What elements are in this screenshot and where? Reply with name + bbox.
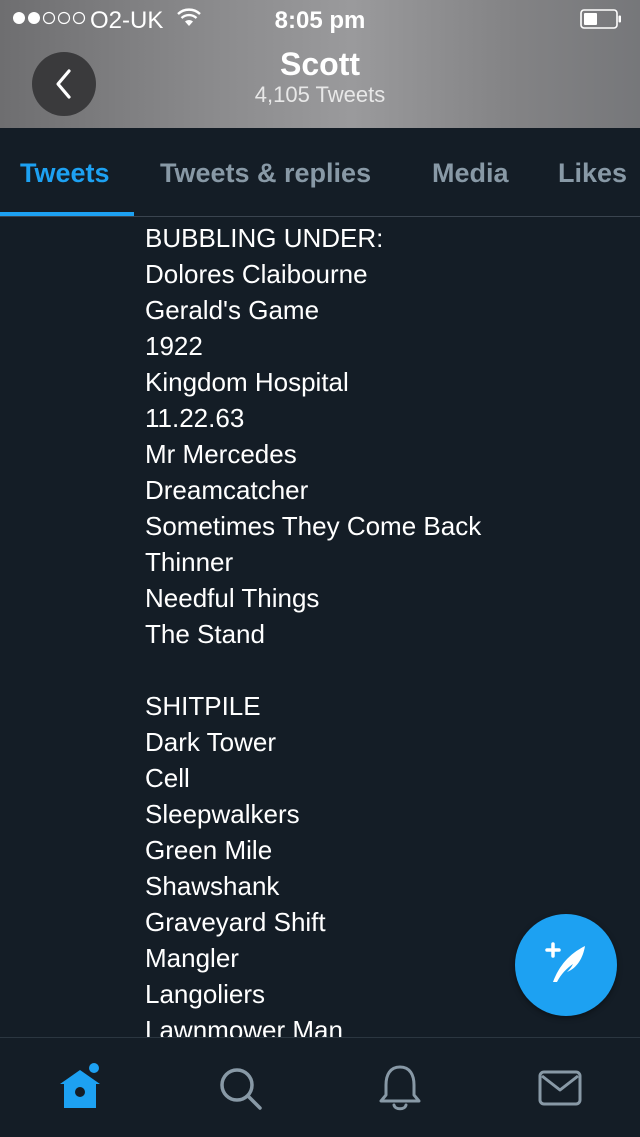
tweet-line: Dark Tower: [145, 727, 277, 757]
search-icon: [220, 1068, 262, 1110]
tweet-line: Gerald's Game: [145, 295, 320, 325]
nav-notifications[interactable]: [374, 1062, 426, 1114]
tweet-line: Dolores Claibourne: [145, 259, 368, 289]
tweet-line: SHITPILE: [145, 691, 261, 721]
tweet-line: 11.22.63: [145, 403, 245, 433]
tweet-line: Mangler: [145, 943, 239, 973]
tweet-line: Sometimes They Come Back: [145, 511, 482, 541]
messages-envelope-icon: [538, 1070, 582, 1106]
tab-tweets-and-replies[interactable]: Tweets & replies: [160, 158, 371, 189]
tweet-line: Mr Mercedes: [145, 439, 297, 469]
tab-tweets[interactable]: Tweets: [20, 158, 110, 189]
active-tab-indicator: [0, 212, 134, 216]
bottom-navigation: [0, 1037, 640, 1137]
home-icon: [60, 1063, 100, 1108]
tweet-line: Sleepwalkers: [145, 799, 300, 829]
tweet-line: Dreamcatcher: [145, 475, 309, 505]
tweet-line: Thinner: [145, 547, 234, 577]
tweet-line: Green Mile: [145, 835, 273, 865]
tweet-count: 4,105 Tweets: [254, 82, 386, 107]
compose-tweet-button[interactable]: [515, 914, 617, 1016]
profile-header: O2-UK 8:05 pm Scott 4,105 Tweets: [0, 0, 640, 128]
notifications-bell-icon: [379, 1065, 421, 1111]
profile-tabs: Tweets Tweets & replies Media Likes: [0, 128, 640, 217]
tweet-line: Kingdom Hospital: [145, 367, 349, 397]
tweet-line: Lawnmower Man: [145, 1015, 343, 1037]
tab-media[interactable]: Media: [432, 158, 509, 189]
tweet-line: Needful Things: [145, 583, 320, 613]
tweet-line: 1922: [145, 331, 203, 361]
compose-tweet-icon: [545, 942, 585, 982]
profile-name: Scott: [280, 46, 360, 82]
status-time: 8:05 pm: [274, 7, 366, 34]
tweet-line: BUBBLING UNDER:: [145, 223, 384, 253]
battery-icon: [580, 9, 621, 29]
tweet-line: Langoliers: [145, 979, 265, 1009]
nav-messages[interactable]: [534, 1062, 586, 1114]
nav-home[interactable]: [54, 1062, 106, 1114]
tweet-line: Graveyard Shift: [145, 907, 326, 937]
tweet-line: The Stand: [145, 619, 265, 649]
tab-likes[interactable]: Likes: [558, 158, 627, 189]
tweet-content[interactable]: BUBBLING UNDER: Dolores Claibourne Geral…: [0, 217, 640, 1037]
tweet-line: Shawshank: [145, 871, 280, 901]
status-bar: O2-UK 8:05 pm: [0, 0, 640, 40]
nav-search[interactable]: [214, 1062, 266, 1114]
tweet-line: Cell: [145, 763, 190, 793]
